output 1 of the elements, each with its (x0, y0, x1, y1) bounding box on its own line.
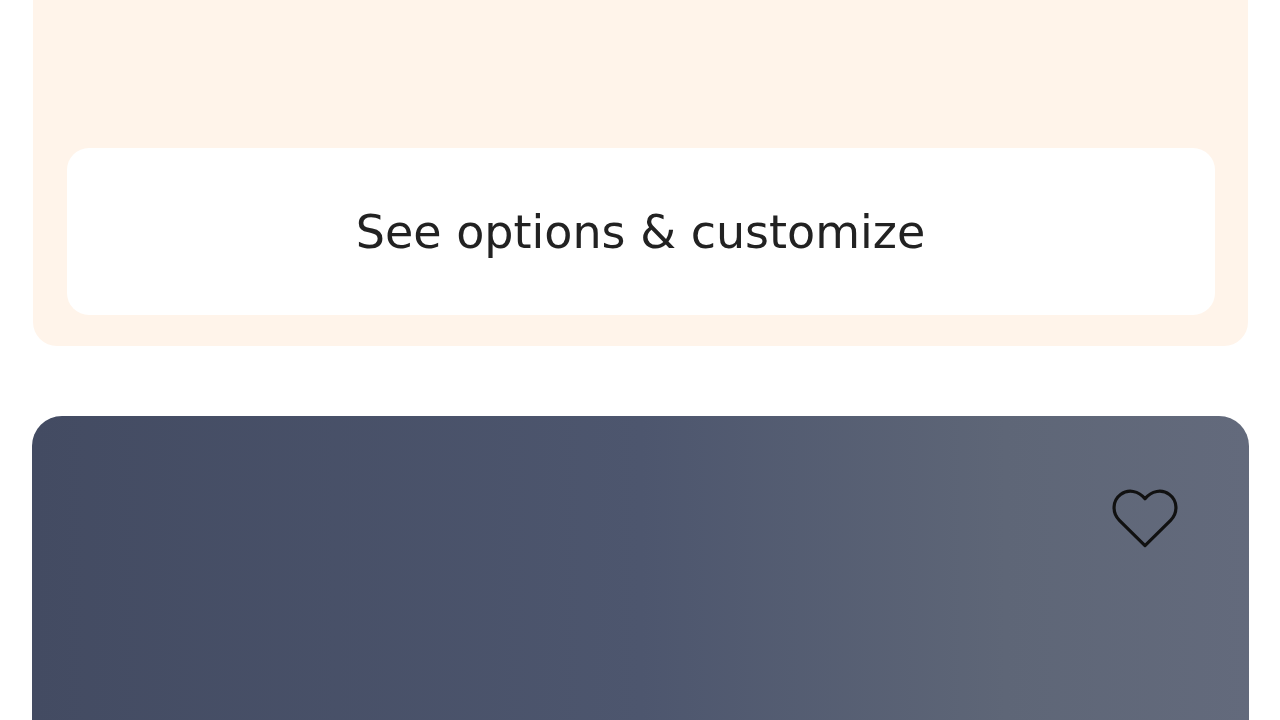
see-options-button[interactable]: See options & customize (66, 148, 1215, 315)
